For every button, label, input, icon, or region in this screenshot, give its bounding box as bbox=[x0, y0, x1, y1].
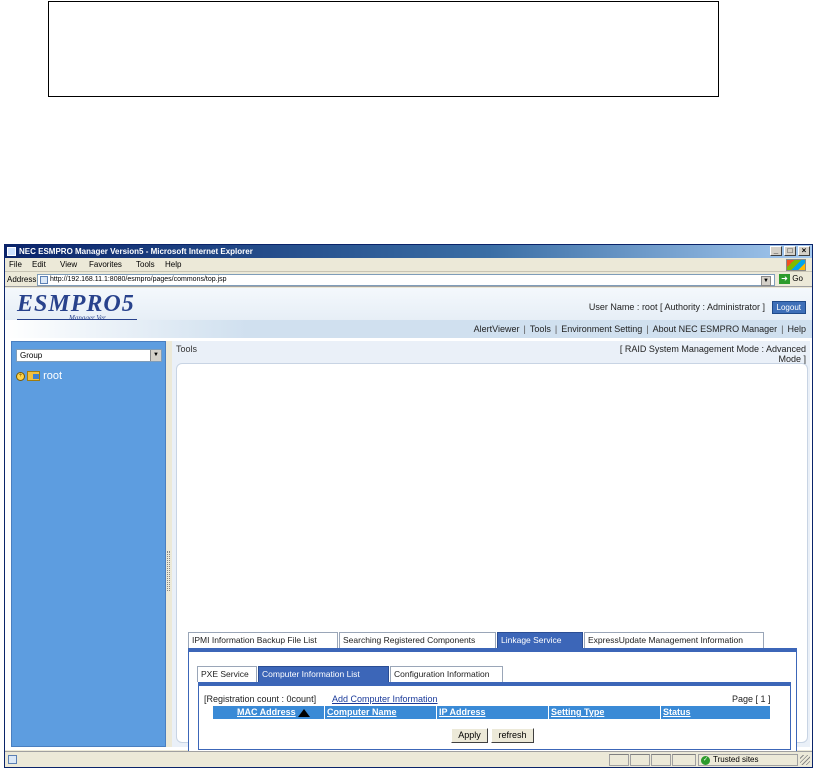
column-mac-address-label: MAC Address bbox=[237, 707, 296, 717]
nav-environment-setting[interactable]: Environment Setting bbox=[561, 324, 642, 334]
top-nav: AlertViewer | Tools | Environment Setting | Ab… bbox=[473, 324, 806, 334]
document-frame-box bbox=[48, 1, 719, 97]
tab-searching-registered[interactable]: Searching Registered Components bbox=[339, 632, 496, 648]
tree-root-item[interactable]: + root bbox=[16, 370, 62, 382]
page-content: ESMPRO5 Manager Ver. User Name : root [ … bbox=[5, 288, 812, 767]
status-cell bbox=[630, 754, 650, 766]
security-zone[interactable]: ✓ Trusted sites bbox=[698, 754, 798, 766]
ie-app-icon bbox=[7, 247, 16, 256]
nav-help[interactable]: Help bbox=[787, 324, 806, 334]
column-status[interactable]: Status bbox=[663, 706, 691, 719]
computer-table-header: MAC Address Computer Name IP Address Set… bbox=[213, 706, 770, 719]
page-status-icon bbox=[8, 755, 17, 764]
menu-view[interactable]: View bbox=[60, 260, 77, 269]
nav-alertviewer[interactable]: AlertViewer bbox=[474, 324, 520, 334]
go-button[interactable]: ➜ Go bbox=[779, 274, 809, 286]
status-cell bbox=[651, 754, 671, 766]
apply-button[interactable]: Apply bbox=[451, 728, 488, 743]
maximize-button[interactable]: □ bbox=[784, 246, 796, 256]
go-arrow-icon: ➜ bbox=[779, 274, 790, 284]
tab-expressupdate[interactable]: ExpressUpdate Management Information bbox=[584, 632, 764, 648]
add-computer-information-link[interactable]: Add Computer Information bbox=[332, 694, 438, 704]
address-input[interactable]: http://192.168.11.1:8080/esmpro/pages/co… bbox=[37, 274, 775, 286]
browser-window: NEC ESMPRO Manager Version5 - Microsoft … bbox=[4, 244, 813, 768]
logout-button[interactable]: Logout bbox=[771, 301, 806, 314]
tree-root-label: root bbox=[43, 370, 63, 382]
column-computer-name[interactable]: Computer Name bbox=[327, 706, 397, 719]
address-label: Address bbox=[7, 275, 37, 284]
column-mac-address[interactable]: MAC Address bbox=[237, 706, 310, 719]
menu-file[interactable]: File bbox=[9, 260, 22, 269]
window-title: NEC ESMPRO Manager Version5 - Microsoft … bbox=[19, 247, 253, 256]
nav-tools[interactable]: Tools bbox=[530, 324, 551, 334]
go-label: Go bbox=[792, 274, 803, 284]
menu-edit[interactable]: Edit bbox=[32, 260, 46, 269]
address-url: http://192.168.11.1:8080/esmpro/pages/co… bbox=[50, 276, 227, 283]
subtab-pxe-service[interactable]: PXE Service bbox=[197, 666, 257, 682]
column-separator bbox=[436, 706, 437, 719]
page-indicator: Page [ 1 ] bbox=[732, 694, 771, 704]
folder-icon bbox=[27, 371, 40, 382]
registration-count: [Registration count : 0count] bbox=[204, 694, 317, 704]
chevron-down-icon[interactable]: ▼ bbox=[761, 276, 771, 286]
sidebar: Group ▼ + root bbox=[11, 341, 166, 747]
refresh-button[interactable]: refresh bbox=[491, 728, 534, 743]
user-name-label: User Name : bbox=[588, 302, 640, 312]
close-button[interactable]: × bbox=[798, 246, 810, 256]
tab-linkage-service[interactable]: Linkage Service bbox=[497, 632, 583, 648]
user-bar: User Name : root [ Authority : Administr… bbox=[589, 301, 806, 314]
raid-mode-label: [ RAID System Management Mode : Advanced… bbox=[619, 344, 806, 364]
section-title: Tools bbox=[176, 344, 198, 354]
chevron-down-icon[interactable]: ▼ bbox=[150, 350, 161, 361]
menu-tools[interactable]: Tools bbox=[136, 260, 155, 269]
status-cell bbox=[672, 754, 696, 766]
column-separator bbox=[548, 706, 549, 719]
expand-icon[interactable]: + bbox=[16, 371, 25, 381]
header-banner: ESMPRO5 Manager Ver. User Name : root [ … bbox=[5, 288, 812, 338]
tab-ipmi-backup[interactable]: IPMI Information Backup File List bbox=[188, 632, 338, 648]
top-nav-bar: AlertViewer | Tools | Environment Setting | Ab… bbox=[5, 320, 812, 338]
minimize-button[interactable]: _ bbox=[770, 246, 782, 256]
column-separator bbox=[324, 706, 325, 719]
checkmark-icon: ✓ bbox=[701, 756, 710, 765]
column-ip-address[interactable]: IP Address bbox=[439, 706, 486, 719]
group-select[interactable]: Group ▼ bbox=[16, 349, 162, 362]
status-bar: ✓ Trusted sites bbox=[5, 751, 812, 767]
subtab-computer-information-list[interactable]: Computer Information List bbox=[258, 666, 389, 682]
esmpro-logo: ESMPRO5 Manager Ver. bbox=[17, 291, 147, 322]
title-bar[interactable]: NEC ESMPRO Manager Version5 - Microsoft … bbox=[5, 245, 812, 258]
menu-help[interactable]: Help bbox=[165, 260, 181, 269]
page-icon bbox=[40, 276, 48, 284]
group-select-value: Group bbox=[20, 351, 43, 360]
windows-flag-icon bbox=[786, 259, 806, 271]
column-setting-type[interactable]: Setting Type bbox=[551, 706, 604, 719]
subtab-configuration-information[interactable]: Configuration Information bbox=[390, 666, 503, 682]
splitter-grip[interactable] bbox=[167, 551, 170, 591]
logo-text: ESMPRO5 bbox=[17, 291, 135, 317]
security-zone-label: Trusted sites bbox=[713, 755, 759, 764]
menu-favorites[interactable]: Favorites bbox=[89, 260, 122, 269]
user-name: root bbox=[641, 302, 658, 312]
column-separator bbox=[660, 706, 661, 719]
authority: [ Authority : Administrator ] bbox=[659, 302, 766, 312]
nav-about[interactable]: About NEC ESMPRO Manager bbox=[653, 324, 778, 334]
status-cell bbox=[609, 754, 629, 766]
sort-ascending-icon bbox=[297, 708, 310, 717]
menu-bar: File Edit View Favorites Tools Help bbox=[5, 258, 812, 272]
resize-grip-icon[interactable] bbox=[800, 755, 810, 765]
address-bar: Address http://192.168.11.1:8080/esmpro/… bbox=[5, 273, 812, 287]
